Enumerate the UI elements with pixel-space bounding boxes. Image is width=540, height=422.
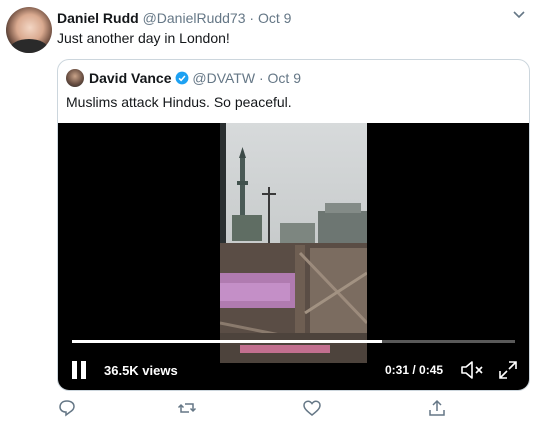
quoted-avatar <box>66 69 84 87</box>
quoted-tweet-header: David Vance @DVATW · Oct 9 <box>89 70 301 86</box>
avatar[interactable] <box>6 7 52 53</box>
quoted-author-name: David Vance <box>89 70 172 86</box>
separator-dot: · <box>258 70 264 86</box>
verified-badge-icon <box>175 71 188 85</box>
video-frame <box>220 123 367 363</box>
fullscreen-icon[interactable] <box>497 359 519 381</box>
quoted-tweet[interactable]: David Vance @DVATW · Oct 9 Muslims attac… <box>57 59 530 391</box>
author-handle[interactable]: @DanielRudd73 <box>143 10 246 26</box>
video-player[interactable]: 36.5K views 0:31 / 0:45 <box>58 123 529 390</box>
author-name[interactable]: Daniel Rudd <box>57 10 139 26</box>
tweet-date[interactable]: Oct 9 <box>258 10 291 26</box>
view-count: 36.5K views <box>104 363 178 378</box>
progress-bar[interactable] <box>72 340 515 343</box>
tweet-actions <box>57 398 477 420</box>
separator-dot: · <box>249 10 255 26</box>
quoted-tweet-text: Muslims attack Hindus. So peaceful. <box>66 94 292 110</box>
pause-icon[interactable] <box>72 361 88 379</box>
chevron-down-icon[interactable] <box>512 10 526 20</box>
volume-muted-icon[interactable] <box>459 359 485 381</box>
quoted-author-handle: @DVATW <box>192 70 256 86</box>
quoted-tweet-date: Oct 9 <box>267 70 301 86</box>
retweet-icon[interactable] <box>177 398 197 418</box>
share-icon[interactable] <box>427 398 447 418</box>
video-time: 0:31 / 0:45 <box>385 363 444 377</box>
progress-fill <box>72 340 383 343</box>
reply-icon[interactable] <box>57 398 77 418</box>
tweet-text: Just another day in London! <box>57 30 230 46</box>
tweet-header: Daniel Rudd @DanielRudd73 · Oct 9 <box>57 10 291 26</box>
like-icon[interactable] <box>302 398 322 418</box>
video-still-image <box>220 123 367 363</box>
